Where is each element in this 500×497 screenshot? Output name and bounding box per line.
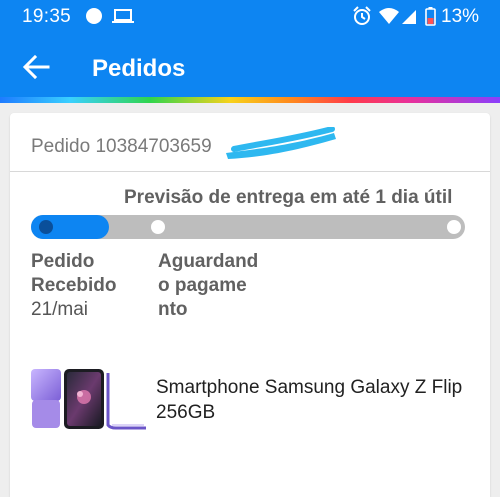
cellular-signal-icon (402, 10, 416, 24)
step-label-line: nto (158, 299, 188, 320)
step-order-received: Pedido Recebido (31, 250, 117, 298)
step-label-line: Aguardand (158, 251, 259, 272)
notification-dot-icon (86, 8, 102, 24)
status-icons (353, 6, 436, 26)
laptop-icon (112, 9, 134, 23)
wifi-icon (379, 8, 399, 24)
product-image[interactable] (30, 367, 148, 431)
order-card[interactable]: Pedido 10384703659 Previsão de entrega e… (10, 113, 490, 497)
progress-step-pending (151, 220, 165, 234)
divider (10, 171, 490, 172)
status-bar: 19:35 13% (0, 0, 500, 32)
order-number: Pedido 10384703659 (31, 136, 212, 157)
step-awaiting-payment: Aguardand o pagame nto (158, 250, 258, 322)
step-date: 21/mai (31, 299, 89, 320)
progress-step-current (39, 220, 53, 234)
battery-percentage: 13% (441, 6, 480, 27)
step-label-line: Pedido (31, 251, 95, 272)
redaction-scribble (226, 127, 336, 159)
alarm-icon (353, 6, 371, 25)
product-name[interactable]: Smartphone Samsung Galaxy Z Flip 256GB (156, 375, 466, 425)
delivery-forecast: Previsão de entrega em até 1 dia útil (124, 187, 453, 208)
progress-step-final (447, 220, 461, 234)
page-title: Pedidos (92, 55, 186, 82)
back-arrow-icon[interactable] (22, 54, 50, 80)
status-time: 19:35 (22, 6, 72, 27)
rainbow-accent-strip (0, 97, 500, 103)
step-label-line: Recebido (31, 275, 117, 296)
step-label-line: o pagame (158, 275, 247, 296)
battery-low-icon (425, 7, 436, 26)
app-header: 19:35 13% Pedidos (0, 0, 500, 97)
